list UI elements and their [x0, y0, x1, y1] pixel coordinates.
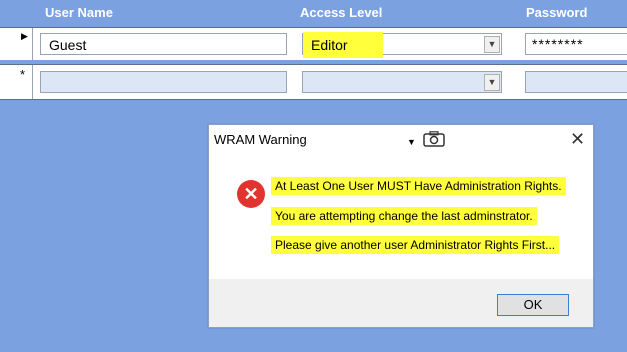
warning-dialog: WRAM Warning ▼ ✕ ✕ At Least One User MUS… — [208, 124, 594, 328]
dialog-title: WRAM Warning — [214, 132, 307, 147]
access-level-select[interactable]: Editor ▼ — [302, 32, 502, 58]
password-field[interactable]: ******** — [525, 33, 627, 55]
column-header-password[interactable]: Password — [526, 5, 587, 20]
table-row-new: * ▼ — [0, 64, 627, 100]
user-name-field[interactable]: Guest — [40, 33, 287, 55]
message-line-2: You are attempting change the last admin… — [271, 207, 537, 225]
user-name-value: Guest — [49, 37, 87, 53]
row-selector[interactable]: * — [0, 65, 33, 99]
dropdown-arrow-icon[interactable]: ▼ — [484, 36, 500, 53]
capture-dropdown-icon[interactable]: ▼ — [407, 137, 416, 147]
current-row-arrow-icon: ▶ — [21, 31, 28, 41]
new-record-asterisk-icon: * — [20, 67, 26, 82]
user-name-field[interactable] — [40, 71, 287, 93]
dropdown-arrow-icon[interactable]: ▼ — [484, 74, 500, 91]
ok-button[interactable]: OK — [497, 294, 569, 316]
column-header-user-name[interactable]: User Name — [45, 5, 113, 20]
message-line-3: Please give another user Administrator R… — [271, 236, 560, 254]
access-level-select[interactable]: ▼ — [302, 71, 502, 93]
column-header-access-level[interactable]: Access Level — [300, 5, 382, 20]
error-x-icon: ✕ — [237, 180, 265, 208]
password-field[interactable] — [525, 71, 627, 93]
camera-icon[interactable] — [423, 131, 445, 147]
close-icon[interactable]: ✕ — [570, 129, 585, 150]
password-value: ******** — [532, 36, 584, 52]
message-line-1: At Least One User MUST Have Administrati… — [271, 177, 566, 195]
table-row: ▶ Guest Editor ▼ ******** — [0, 27, 627, 60]
row-selector[interactable]: ▶ — [0, 28, 33, 60]
access-level-value: Editor — [311, 37, 348, 53]
